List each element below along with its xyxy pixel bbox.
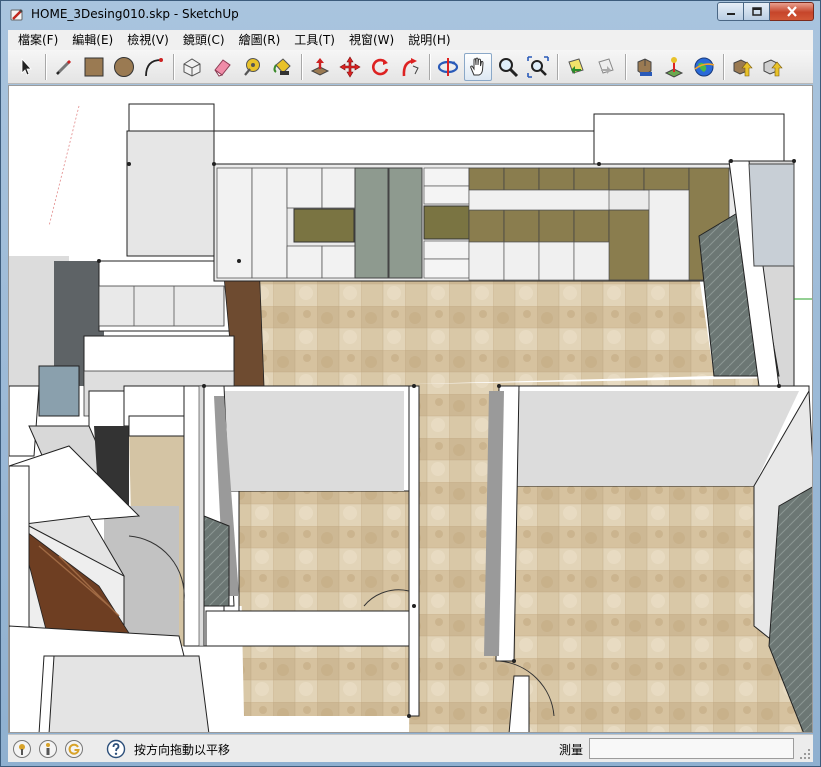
toolbar-separator: [45, 53, 47, 80]
resize-grip-icon[interactable]: [799, 748, 811, 760]
menu-file[interactable]: 檔案(F): [11, 30, 65, 50]
next-view-icon: [598, 57, 614, 74]
pencil-line-icon: [55, 59, 72, 75]
follow-me-icon: [402, 57, 419, 76]
sketchup-app-icon: [10, 9, 23, 21]
previous-view-icon: [568, 57, 584, 74]
measurements-input[interactable]: [589, 738, 794, 759]
arc-icon: [145, 57, 163, 76]
floor-plan-render: [9, 86, 812, 732]
status-hint: 按方向拖動以平移: [134, 743, 231, 757]
main-toolbar: [8, 50, 813, 84]
menu-edit[interactable]: 編輯(E): [65, 30, 120, 50]
share-component-icon: [763, 58, 783, 76]
menu-view[interactable]: 檢視(V): [120, 30, 176, 50]
add-location-button[interactable]: [660, 53, 688, 81]
circle-tool-button[interactable]: [110, 53, 138, 81]
google-earth-button[interactable]: [690, 53, 718, 81]
geolocation-status-icon[interactable]: [12, 739, 32, 759]
follow-me-button[interactable]: [396, 53, 424, 81]
rectangle-icon: [84, 57, 104, 76]
google-earth-icon: [694, 57, 715, 76]
push-pull-button[interactable]: [306, 53, 334, 81]
paint-bucket-button[interactable]: [268, 53, 296, 81]
orbit-tool-button[interactable]: [434, 53, 462, 81]
pan-tool-button[interactable]: [464, 52, 492, 81]
rotate-icon: [372, 58, 389, 75]
status-bar: 按方向拖動以平移 測量: [8, 734, 813, 762]
google-signin-icon[interactable]: [64, 739, 84, 759]
move-tool-button[interactable]: [336, 53, 364, 81]
circle-icon: [114, 56, 134, 77]
share-component-button[interactable]: [758, 53, 786, 81]
zoom-extents-button[interactable]: [524, 53, 552, 81]
toolbar-separator: [557, 53, 559, 80]
tape-measure-icon: [244, 57, 260, 76]
toolbar-separator: [625, 53, 627, 80]
toolbar-separator: [429, 53, 431, 80]
previous-view-button[interactable]: [562, 53, 590, 81]
help-icon[interactable]: [106, 739, 126, 759]
sketchup-window: HOME_3Desing010.skp - SketchUp 檔案(F) 編輯(…: [0, 0, 821, 767]
share-model-button[interactable]: [728, 53, 756, 81]
toolbar-separator: [301, 53, 303, 80]
select-arrow-icon: [21, 57, 32, 76]
move-icon: [339, 55, 361, 78]
window-controls: [717, 2, 814, 21]
zoom-tool-button[interactable]: [494, 53, 522, 81]
model-viewport[interactable]: [8, 85, 813, 733]
rotate-tool-button[interactable]: [366, 53, 394, 81]
select-tool-button[interactable]: [12, 53, 40, 81]
zoom-extents-icon: [527, 55, 549, 78]
next-view-button[interactable]: [592, 53, 620, 81]
share-model-icon: [733, 58, 753, 76]
maximize-icon: [751, 6, 762, 16]
window-title: HOME_3Desing010.skp - SketchUp: [31, 7, 239, 21]
title-bar[interactable]: HOME_3Desing010.skp - SketchUp: [1, 1, 820, 29]
toolbar-separator: [723, 53, 725, 80]
paint-bucket-icon: [273, 57, 291, 75]
measurements-label: 測量: [559, 743, 584, 757]
menu-window[interactable]: 視窗(W): [342, 30, 401, 50]
maximize-button[interactable]: [744, 2, 770, 21]
close-button[interactable]: [770, 2, 814, 21]
menu-draw[interactable]: 繪圖(R): [232, 30, 288, 50]
line-tool-button[interactable]: [50, 53, 78, 81]
minimize-icon: [726, 12, 735, 15]
menu-bar: 檔案(F) 編輯(E) 檢視(V) 鏡頭(C) 繪圖(R) 工具(T) 視窗(W…: [8, 30, 813, 50]
make-component-button[interactable]: [178, 53, 206, 81]
menu-tools[interactable]: 工具(T): [287, 30, 342, 50]
close-icon: [786, 6, 797, 17]
push-pull-icon: [310, 57, 330, 76]
orbit-icon: [437, 57, 459, 76]
toolbar-separator: [173, 53, 175, 80]
eraser-tool-button[interactable]: [208, 53, 236, 81]
menu-camera[interactable]: 鏡頭(C): [176, 30, 232, 50]
add-location-icon: [664, 56, 684, 78]
make-component-icon: [183, 57, 201, 77]
zoom-icon: [499, 57, 519, 77]
arc-tool-button[interactable]: [140, 53, 168, 81]
get-models-button[interactable]: [630, 53, 658, 81]
tape-measure-button[interactable]: [238, 53, 266, 81]
get-models-icon: [637, 57, 652, 76]
menu-help[interactable]: 說明(H): [401, 30, 457, 50]
rectangle-tool-button[interactable]: [80, 53, 108, 81]
pan-hand-icon: [470, 57, 484, 75]
minimize-button[interactable]: [717, 2, 744, 21]
credits-status-icon[interactable]: [38, 739, 58, 759]
eraser-icon: [214, 58, 231, 77]
